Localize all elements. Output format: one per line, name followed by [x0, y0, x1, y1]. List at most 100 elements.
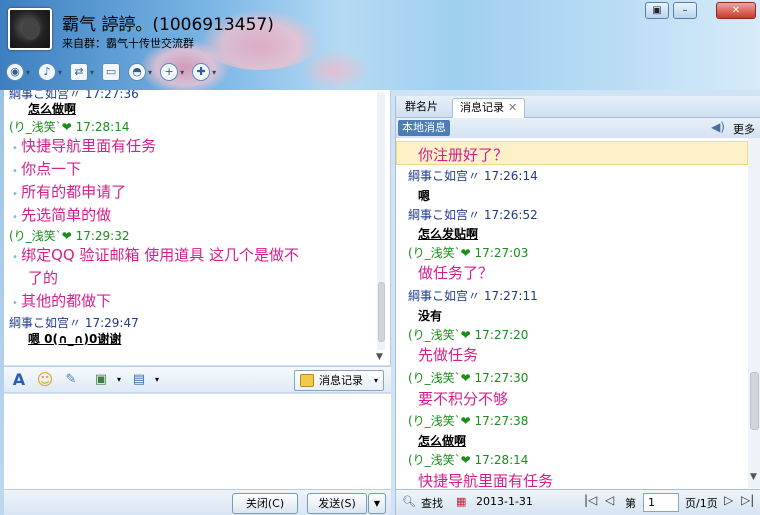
close-button[interactable]: 关闭(C): [232, 493, 298, 514]
close-window-button[interactable]: ✕: [716, 2, 756, 19]
chat-scrollbar-thumb[interactable]: [378, 282, 385, 342]
font-icon[interactable]: A: [10, 371, 28, 389]
page-input[interactable]: 1: [643, 493, 679, 512]
next-page-icon[interactable]: ▷: [724, 493, 733, 507]
message-input[interactable]: [4, 394, 391, 489]
sender-name: (り_浅笑`: [9, 120, 62, 134]
chevron-down-icon[interactable]: ▾: [212, 68, 216, 77]
message-text: 其他的都做下: [12, 290, 111, 311]
message-time: 17:29:32: [75, 229, 130, 243]
send-button[interactable]: 发送(S): [307, 493, 367, 514]
message-text: 嗯 0(∩_∩)0谢谢: [28, 332, 122, 346]
tab-label: 消息记录: [460, 101, 504, 114]
voice-icon[interactable]: ♪: [38, 63, 57, 81]
chevron-down-icon[interactable]: ▾: [148, 371, 166, 389]
share-icon[interactable]: ◓: [128, 63, 147, 81]
chevron-down-icon[interactable]: ▾: [110, 371, 128, 389]
message-text: 快捷导航里面有任务: [12, 135, 156, 156]
close-icon[interactable]: ✕: [508, 101, 517, 114]
history-sender: (り_浅笑`❤ 17:27:20: [408, 328, 529, 342]
chevron-down-icon[interactable]: ▾: [26, 68, 30, 77]
page-suffix: 页/1页: [685, 497, 718, 510]
history-text: 怎么发贴啊: [418, 227, 479, 241]
video-icon[interactable]: ◉: [6, 63, 24, 81]
speaker-icon[interactable]: ◀): [711, 120, 725, 134]
search-button[interactable]: 查找: [421, 495, 443, 511]
chevron-down-icon[interactable]: ▾: [58, 68, 62, 77]
history-text: 快捷导航里面有任务: [418, 472, 554, 488]
background-flower: [300, 50, 370, 90]
send-options-button[interactable]: ▼: [368, 493, 386, 514]
message-text: 所有的都申请了: [12, 181, 126, 202]
more-button[interactable]: 更多: [733, 121, 755, 137]
message-text: 先选简单的做: [12, 204, 111, 225]
chat-message-area[interactable]: 綱事こ如宫〃 17:27:36 怎么做啊 (り_浅笑`❤ 17:28:14 快捷…: [4, 90, 391, 365]
group-source: 来自群：霸气十传世交流群: [62, 37, 194, 50]
emoji-icon[interactable]: ☺: [36, 371, 54, 389]
heart-icon: ❤: [61, 229, 72, 243]
message-record-button[interactable]: 消息记录 ▾: [294, 370, 384, 391]
last-page-icon[interactable]: ▷|: [741, 493, 754, 507]
message-text: 绑定QQ 验证邮箱 使用道具 这几个是做不: [12, 244, 299, 265]
heart-icon: ❤: [61, 120, 72, 134]
history-sender: 綱事こ如宫〃 17:26:52: [408, 208, 538, 222]
message-record-label: 消息记录: [319, 374, 363, 387]
calendar-icon[interactable]: ▦: [456, 495, 466, 508]
history-sender: 綱事こ如宫〃 17:26:14: [408, 169, 538, 183]
history-text: 要不积分不够: [418, 390, 509, 408]
chevron-down-icon[interactable]: ▾: [148, 68, 152, 77]
message-record-icon: [300, 374, 314, 387]
side-panel: 群名片 消息记录 ✕ 本地消息 ◀) 更多 你注册好了？ 綱事こ如宫〃 17:26…: [395, 96, 760, 515]
page-prefix: 第: [625, 497, 636, 510]
avatar[interactable]: [8, 8, 52, 50]
chat-header: 霸气 諪諪。(1006913457) 来自群：霸气十传世交流群 ▣ – ✕ ◉ ▾…: [0, 0, 760, 90]
history-sender: 綱事こ如宫〃 17:27:11: [408, 289, 538, 303]
search-icon[interactable]: 🔍︎: [402, 495, 416, 508]
add-member-icon[interactable]: +: [160, 63, 179, 81]
tab-group-card[interactable]: 群名片: [398, 98, 445, 118]
restore-button[interactable]: ▣: [645, 2, 669, 19]
screenshot-icon[interactable]: ✎: [62, 371, 80, 389]
image-icon[interactable]: ▣: [92, 371, 110, 389]
remote-icon[interactable]: ▭: [102, 63, 121, 81]
message-text: 你点一下: [12, 158, 81, 179]
message-text: 了的: [28, 269, 59, 287]
history-sender: (り_浅笑`❤ 17:27:38: [408, 414, 529, 428]
history-scrollbar-thumb[interactable]: [750, 372, 759, 430]
group-title[interactable]: 霸气 諪諪。(1006913457): [62, 10, 274, 35]
send-bar: 关闭(C) 发送(S) ▼: [4, 489, 391, 515]
message-text: 怎么做啊: [28, 102, 77, 116]
scroll-down-icon[interactable]: ▼: [376, 352, 383, 362]
message-history[interactable]: 你注册好了？ 綱事こ如宫〃 17:26:14 嗯 綱事こ如宫〃 17:26:52…: [396, 138, 748, 488]
history-sender: (り_浅笑`❤ 17:28:14: [408, 453, 529, 467]
history-sender: (り_浅笑`❤ 17:27:30: [408, 371, 529, 385]
scroll-down-icon[interactable]: ▼: [750, 472, 757, 482]
sender-name: (り_浅笑`: [9, 229, 62, 243]
chevron-down-icon[interactable]: ▾: [90, 68, 94, 77]
message-sender: (り_浅笑`❤ 17:28:14: [9, 118, 129, 135]
app-icon[interactable]: ✚: [192, 63, 211, 81]
history-text: 先做任务: [418, 346, 479, 364]
prev-page-icon[interactable]: ◁: [605, 493, 614, 507]
history-text: 嗯: [418, 189, 431, 203]
local-message-button[interactable]: 本地消息: [398, 120, 450, 136]
history-sender: (り_浅笑`❤ 17:27:03: [408, 246, 529, 260]
message-sender: (り_浅笑`❤ 17:29:32: [9, 227, 129, 244]
history-subbar: 本地消息 ◀) 更多: [396, 118, 760, 138]
message-sender: 綱事こ如宫〃 17:29:47: [9, 316, 139, 330]
chevron-down-icon[interactable]: ▾: [374, 371, 378, 390]
history-scrollbar[interactable]: [748, 138, 760, 488]
first-page-icon[interactable]: |◁: [584, 493, 597, 507]
tab-message-record[interactable]: 消息记录 ✕: [452, 98, 526, 118]
history-text: 怎么做啊: [418, 434, 467, 448]
history-text: 做任务了？: [418, 264, 494, 282]
chat-toolbar: ◉ ▾ ♪ ▾ ⇄ ▾ ▭ ◓ ▾ + ▾ ✚ ▾: [6, 60, 216, 84]
minimize-button[interactable]: –: [673, 2, 697, 19]
music-icon[interactable]: ▤: [130, 371, 148, 389]
input-toolbar: A ☺ ✎ ▣ ▾ ▤ ▾ 消息记录 ▾: [4, 366, 391, 393]
date-picker[interactable]: 2013-1-31: [476, 495, 533, 508]
file-transfer-icon[interactable]: ⇄: [70, 63, 89, 81]
chevron-down-icon[interactable]: ▾: [180, 68, 184, 77]
history-footer: 🔍︎ 查找 ▦ 2013-1-31 |◁ ◁ 第 1 页/1页 ▷ ▷|: [396, 489, 760, 515]
message-time: 17:28:14: [75, 120, 130, 134]
